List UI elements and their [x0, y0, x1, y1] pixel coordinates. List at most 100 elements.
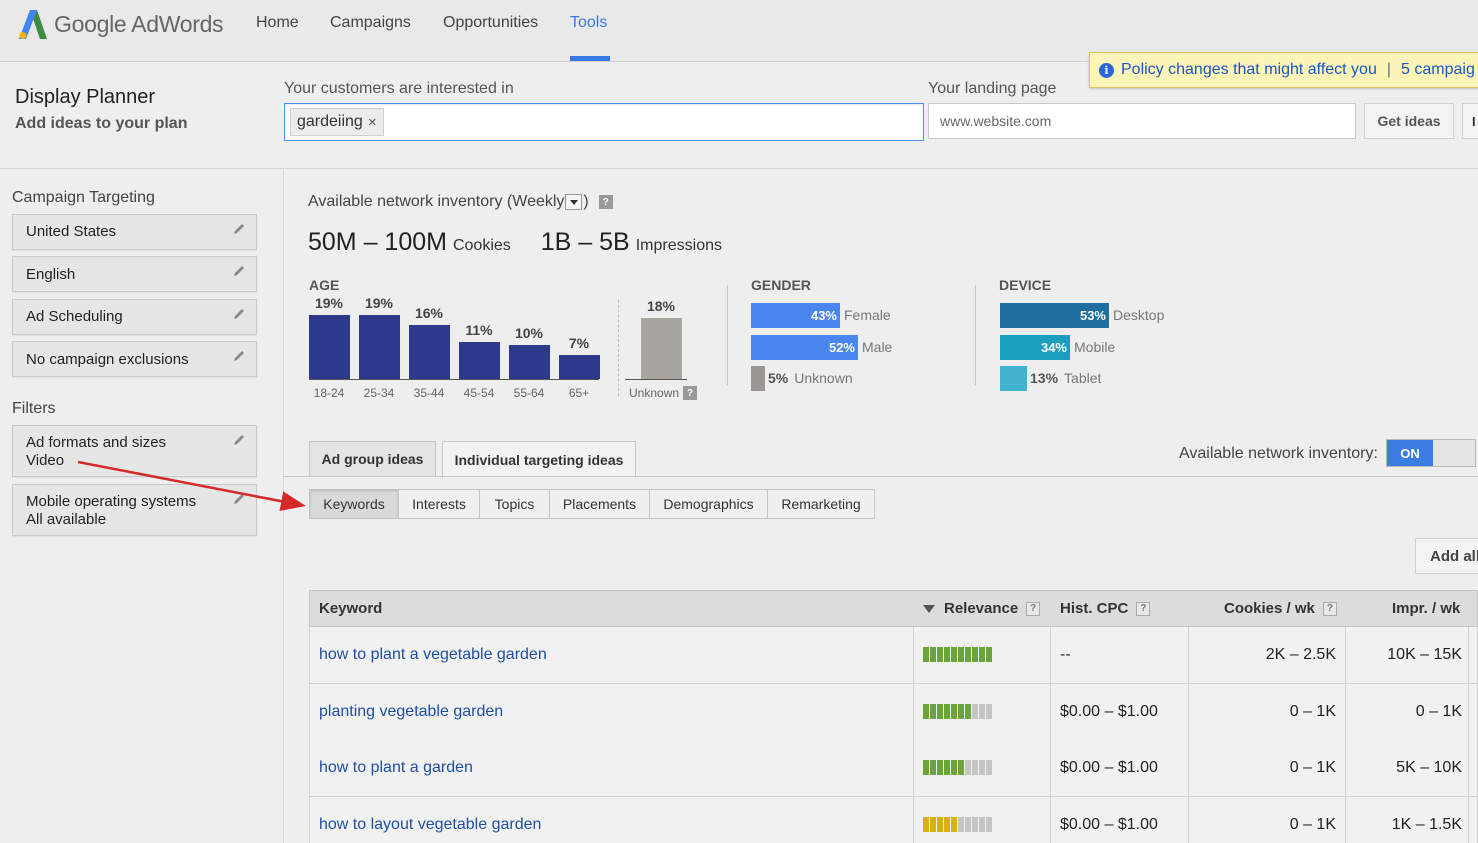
keyword-link[interactable]: how to plant a garden — [319, 740, 473, 796]
chip-remove-icon[interactable]: × — [368, 114, 377, 131]
subtab-remarketing[interactable]: Remarketing — [767, 489, 875, 519]
weekly-dropdown-icon[interactable] — [565, 194, 583, 210]
pencil-icon[interactable] — [232, 433, 246, 447]
tab-rule — [284, 476, 1478, 477]
filter-ad-formats-label: Ad formats and sizes — [26, 434, 167, 451]
pencil-icon[interactable] — [232, 492, 246, 506]
pencil-icon[interactable] — [232, 264, 246, 278]
targeting-language[interactable]: English — [12, 256, 257, 292]
pencil-icon[interactable] — [232, 349, 246, 363]
cookies-value: 0 – 1K — [1289, 759, 1336, 776]
gender-pct: 43% — [810, 308, 837, 323]
page-title: Display Planner — [15, 86, 156, 108]
inventory-toggle[interactable]: ON — [1386, 439, 1476, 467]
filter-mobile-os[interactable]: Mobile operating systems All available — [12, 484, 257, 536]
device-category: Mobile — [1074, 339, 1116, 355]
pencil-icon[interactable] — [232, 307, 246, 321]
landing-page-input[interactable]: www.website.com — [928, 103, 1356, 139]
interest-chip[interactable]: gardeiing × — [290, 108, 384, 136]
inventory-title: Available network inventory (Weekly ) ? — [308, 193, 613, 211]
column-divider — [1050, 627, 1051, 683]
age-unknown-divider — [618, 300, 619, 396]
targeting-location[interactable]: United States — [12, 214, 257, 250]
device-bar-label: Desktop — [1113, 303, 1164, 328]
age-bar-25-34 — [359, 315, 400, 379]
landing-page-label: Your landing page — [928, 80, 1057, 97]
keyword-link[interactable]: how to layout vegetable garden — [319, 797, 541, 843]
policy-banner[interactable]: i Policy changes that might affect you |… — [1089, 52, 1478, 88]
header-keyword[interactable]: Keyword — [319, 591, 382, 626]
header-impressions[interactable]: Impr. / wk — [1392, 591, 1460, 626]
nav-active-indicator — [570, 56, 610, 61]
subtab-keywords[interactable]: Keywords — [309, 489, 399, 519]
header-relevance[interactable]: Relevance ? — [923, 591, 1041, 626]
targeting-ad-scheduling[interactable]: Ad Scheduling — [12, 299, 257, 335]
column-divider — [1468, 683, 1469, 740]
subtab-interests[interactable]: Interests — [398, 489, 480, 519]
hist-cpc-value: -- — [1060, 646, 1071, 663]
age-bar-unknown — [641, 318, 682, 379]
column-divider — [1468, 740, 1469, 796]
age-bar-18-24 — [309, 315, 350, 379]
sort-desc-icon — [923, 604, 935, 613]
help-icon[interactable]: ? — [598, 195, 613, 209]
targeting-language-label: English — [26, 266, 76, 283]
tab-ad-group-ideas[interactable]: Ad group ideas — [309, 441, 436, 477]
gender-bar-male: 52% — [751, 335, 858, 360]
hist-cpc-value: $0.00 – $1.00 — [1060, 815, 1158, 833]
sidebar: Campaign Targeting United States English… — [0, 170, 284, 843]
gender-category: Male — [862, 339, 893, 355]
table-row: how to plant a vegetable garden -- 2K – 2.… — [309, 627, 1478, 684]
help-icon[interactable]: ? — [1136, 601, 1151, 616]
adwords-logo[interactable]: Google AdWords — [16, 6, 224, 42]
column-divider — [1468, 627, 1469, 683]
help-icon[interactable]: ? — [683, 386, 698, 400]
tab-individual-targeting-ideas[interactable]: Individual targeting ideas — [442, 441, 636, 478]
header-cpc[interactable]: Hist. CPC ? — [1060, 591, 1151, 626]
keyword-link[interactable]: planting vegetable garden — [319, 684, 503, 740]
policy-campaigns-link[interactable]: 5 campaig — [1401, 61, 1475, 79]
filter-ad-formats[interactable]: Ad formats and sizes Video — [12, 425, 257, 477]
nav-tools[interactable]: Tools — [570, 14, 607, 32]
relevance-meter — [923, 647, 992, 662]
nav-campaigns[interactable]: Campaigns — [330, 14, 411, 32]
device-bar-desktop: 53% — [1000, 303, 1109, 328]
filter-mobile-os-label: Mobile operating systems — [26, 493, 197, 510]
logo-text: Google AdWords — [54, 10, 224, 37]
gender-category: Unknown — [794, 370, 853, 386]
policy-separator: | — [1386, 61, 1392, 78]
column-divider — [1050, 740, 1051, 796]
impressions-value: 10K – 15K — [1387, 646, 1462, 663]
age-axis — [309, 379, 599, 380]
age-bar-65+ — [559, 355, 600, 379]
get-ideas-button[interactable]: Get ideas — [1364, 103, 1454, 139]
header-cookies[interactable]: Cookies / wk ? — [1224, 591, 1337, 626]
subtab-topics[interactable]: Topics — [479, 489, 550, 519]
device-bar-label: 13% Tablet — [1030, 366, 1101, 391]
help-icon[interactable]: ? — [1322, 601, 1337, 616]
impressions-value: 1B – 5B — [540, 228, 630, 256]
policy-text[interactable]: Policy changes that might affect you — [1121, 61, 1377, 79]
customers-interest-input[interactable]: gardeiing × — [284, 103, 924, 141]
age-pct-label: 7% — [568, 335, 590, 351]
age-unknown-axis — [625, 379, 687, 380]
age-category-label: 35-44 — [413, 386, 445, 400]
nav-home[interactable]: Home — [256, 14, 299, 32]
age-title: AGE — [309, 277, 340, 293]
pencil-icon[interactable] — [232, 222, 246, 236]
hist-cpc-value: $0.00 – $1.00 — [1060, 702, 1158, 720]
gender-bar-label: 5% Unknown — [768, 366, 853, 391]
keyword-link[interactable]: how to plant a vegetable garden — [319, 627, 547, 683]
gender-bar-label: Male — [862, 335, 892, 360]
device-title: DEVICE — [999, 277, 1052, 293]
cut-off-button[interactable]: I — [1462, 103, 1478, 139]
adwords-logo-icon — [19, 10, 47, 39]
subtab-placements[interactable]: Placements — [549, 489, 650, 519]
filters-heading: Filters — [12, 400, 56, 417]
targeting-exclusions[interactable]: No campaign exclusions — [12, 341, 257, 377]
subtab-demographics[interactable]: Demographics — [649, 489, 768, 519]
nav-opportunities[interactable]: Opportunities — [443, 14, 538, 32]
header-cpc-label: Hist. CPC — [1060, 600, 1129, 617]
add-all-button[interactable]: Add all — [1415, 538, 1478, 574]
help-icon[interactable]: ? — [1026, 601, 1041, 616]
